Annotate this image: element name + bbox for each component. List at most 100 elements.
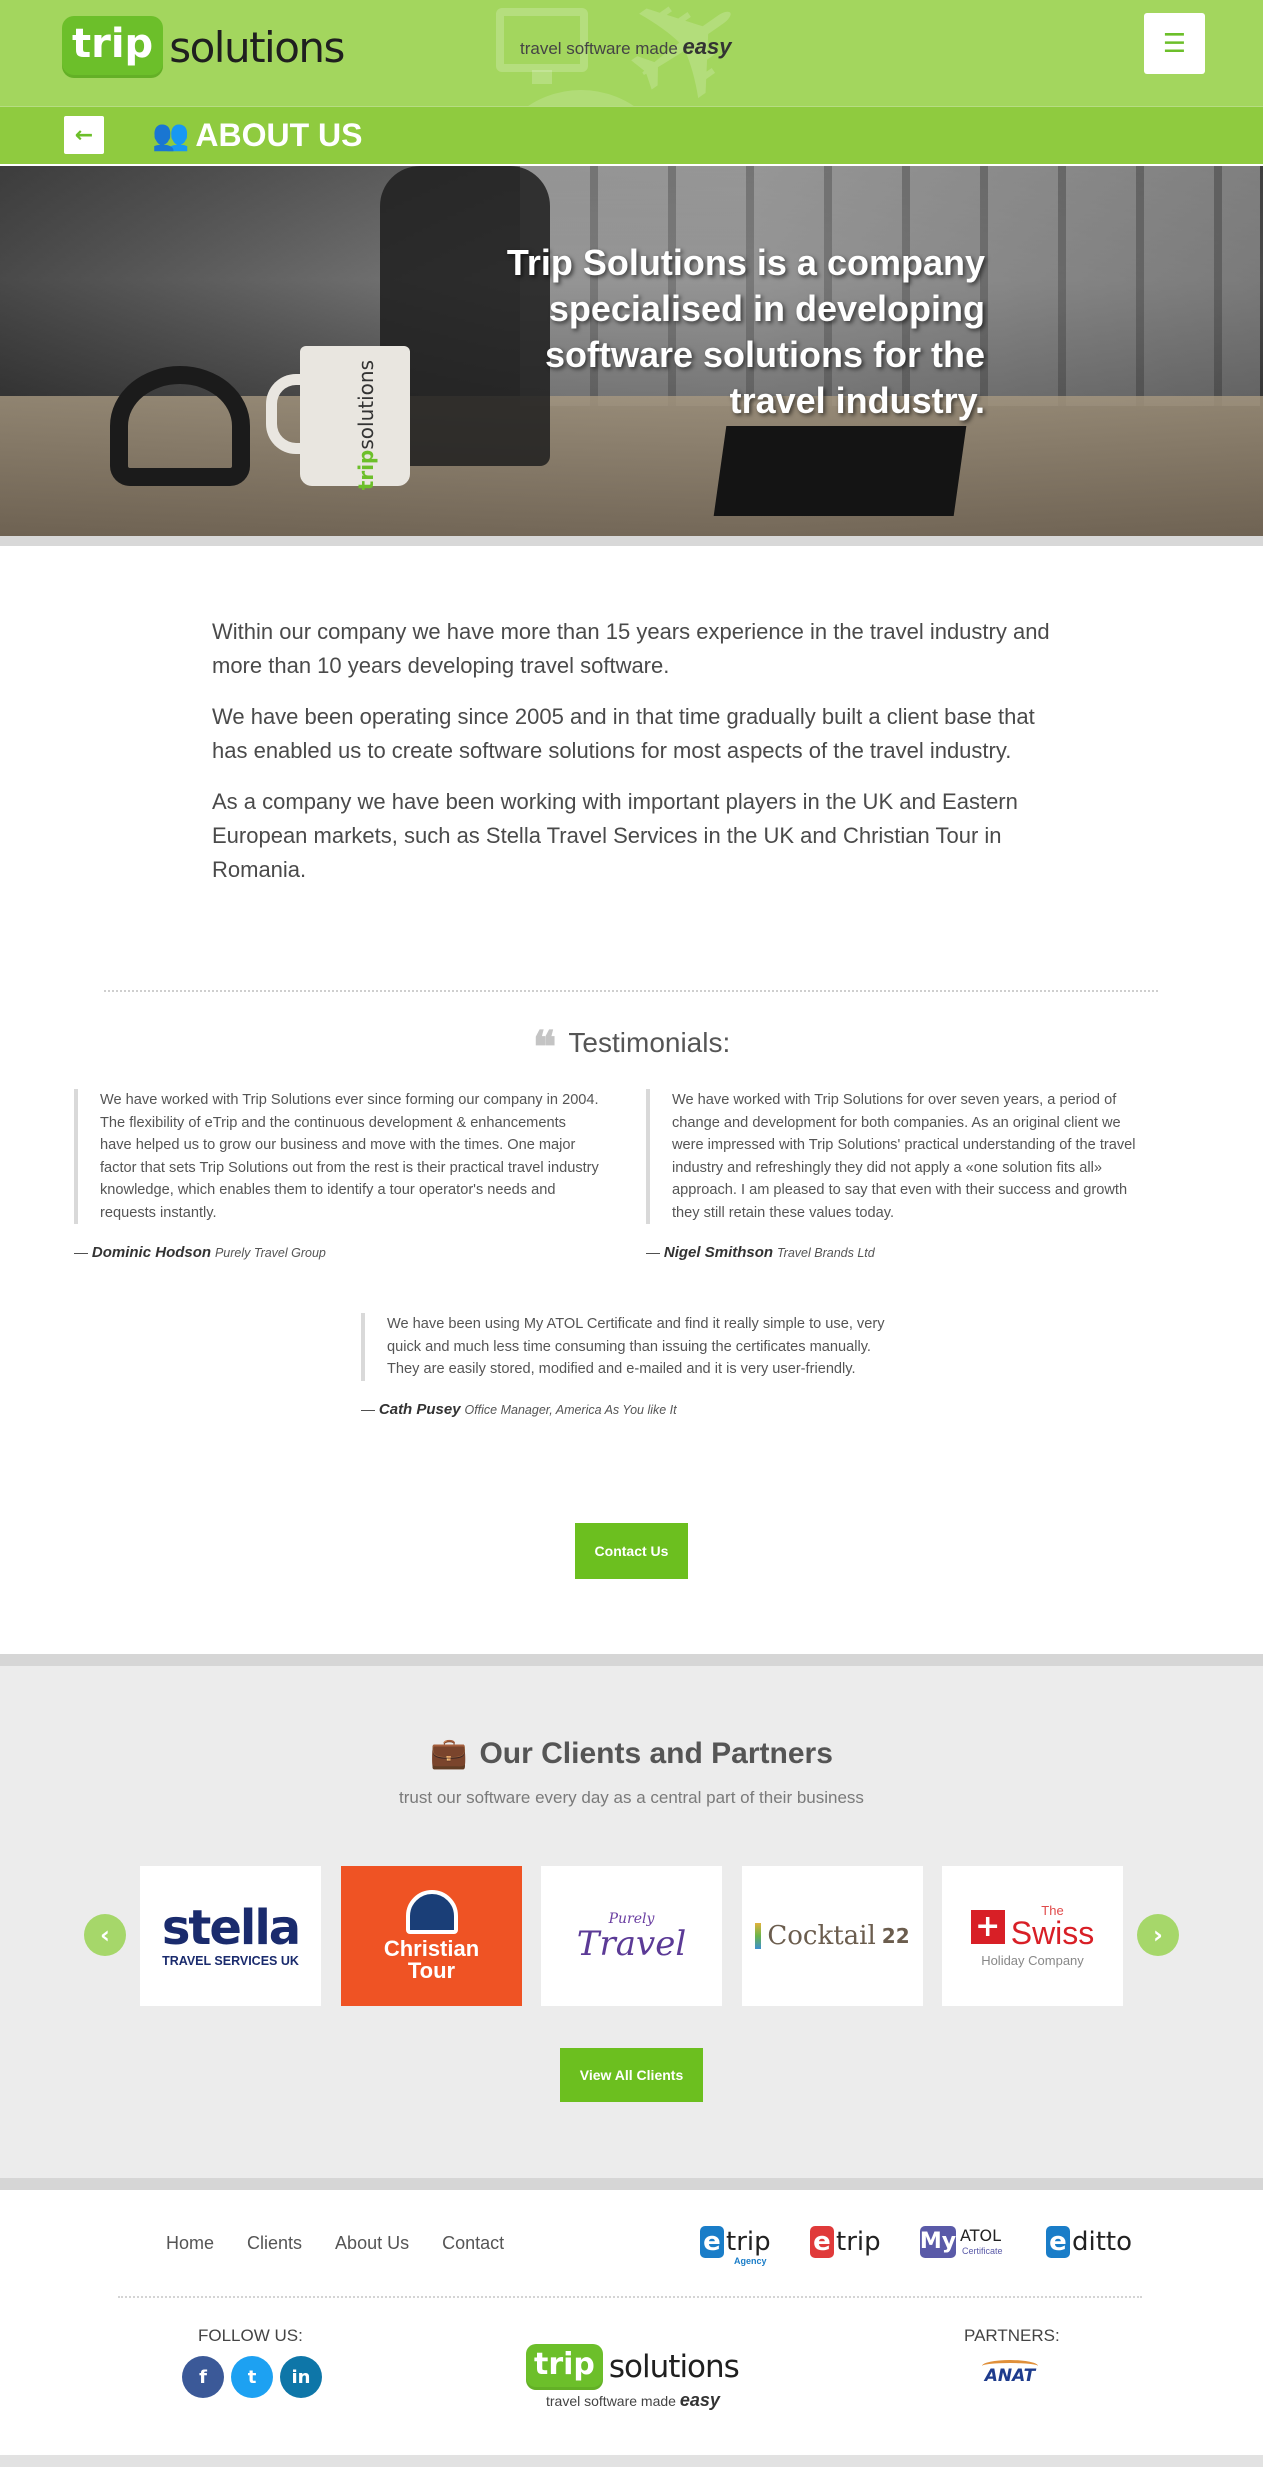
hero-headline: Trip Solutions is a company specialised … xyxy=(506,242,985,421)
footer-separator xyxy=(0,2178,1263,2190)
stella-wordmark: stella xyxy=(161,1900,301,1956)
product-etrip-agency[interactable]: e trip Agency xyxy=(700,2226,771,2266)
arrow-left-icon: ← xyxy=(74,122,94,148)
mug-label: tripsolutions xyxy=(354,360,378,490)
author-org: Purely Travel Group xyxy=(214,1246,326,1260)
partner-logo-anat[interactable]: ANAT xyxy=(982,2360,1038,2386)
cite-dash: — xyxy=(74,1244,88,1260)
etrip-badge: e xyxy=(810,2226,834,2258)
footer-logo-solutions: solutions xyxy=(608,2349,740,2385)
product-my-atol[interactable]: My ATOL Certificate xyxy=(920,2226,1003,2258)
menu-button[interactable]: ☰ xyxy=(1144,13,1205,74)
section-separator xyxy=(0,1654,1263,1666)
linkedin-icon[interactable]: in xyxy=(280,2356,322,2398)
page-title-text: ABOUT US xyxy=(195,117,363,153)
cocktail-row: Cocktail 22 xyxy=(755,1921,910,1951)
testimonial-author: — Nigel Smithson Travel Brands Ltd xyxy=(646,1244,1156,1261)
mug-solutions-text: solutions xyxy=(354,360,378,450)
author-name: Dominic Hodson xyxy=(91,1244,212,1261)
tagline-emphasis: easy xyxy=(682,34,732,59)
client-logo-swiss-holiday[interactable]: + The Swiss Holiday Company xyxy=(942,1866,1123,2006)
site-header: ✈ trip solutions travel software made ea… xyxy=(0,0,1263,106)
twitter-icon[interactable]: t xyxy=(231,2356,273,2398)
footer-bottom-strip xyxy=(0,2455,1263,2467)
christian-tour-line1: Christian xyxy=(383,1936,480,1961)
swiss-cross-icon: + xyxy=(970,1909,1005,1944)
testimonial-quote: We have worked with Trip Solutions for o… xyxy=(646,1089,1156,1224)
etrip-name: trip xyxy=(836,2227,881,2257)
editto-badge: e xyxy=(1046,2226,1070,2258)
stella-subtitle: TRAVEL SERVICES UK xyxy=(162,1954,299,1968)
mug-trip-text: trip xyxy=(354,449,378,491)
footer-tagline: travel software made easy xyxy=(546,2390,720,2411)
cocktail-number: 22 xyxy=(881,1924,910,1948)
author-org: Office Manager, America As You like It xyxy=(464,1402,677,1417)
header-top: ✈ trip solutions travel software made ea… xyxy=(0,0,1263,106)
facebook-icon[interactable]: f xyxy=(182,2356,224,2398)
hero-bottom-strip xyxy=(0,536,1263,546)
client-logo-stella[interactable]: stella TRAVEL SERVICES UK xyxy=(140,1866,321,2006)
briefcase-icon: 💼 xyxy=(430,1736,468,1771)
footer-link-about-us[interactable]: About Us xyxy=(335,2233,409,2254)
clients-heading: 💼 Our Clients and Partners xyxy=(0,1736,1263,1771)
back-button[interactable]: ← xyxy=(64,116,104,154)
etrip-agency-sub: Agency xyxy=(734,2256,767,2266)
christian-tour-line2: Tour xyxy=(407,1958,456,1983)
product-etrip[interactable]: e trip xyxy=(810,2226,881,2258)
anat-name: ANAT xyxy=(984,2366,1036,2386)
author-name: Nigel Smithson xyxy=(663,1244,774,1261)
testimonial: We have worked with Trip Solutions for o… xyxy=(646,1089,1156,1261)
footer-logo-trip: trip xyxy=(526,2344,603,2390)
logo-solutions-text: solutions xyxy=(169,22,345,72)
headphones-image xyxy=(110,366,250,486)
testimonial-quote: We have been using My ATOL Certificate a… xyxy=(361,1313,886,1381)
swiss-name: Swiss xyxy=(1010,1915,1095,1951)
etrip-agency-badge: e xyxy=(700,2226,724,2258)
intro-paragraph: As a company we have been working with i… xyxy=(212,789,1018,882)
author-org: Travel Brands Ltd xyxy=(776,1246,875,1260)
travel-text: Travel xyxy=(576,1924,687,1964)
cite-dash: — xyxy=(361,1400,375,1417)
swiss-row: + The Swiss xyxy=(970,1904,1095,1951)
christian-tour-emblem xyxy=(405,1890,458,1934)
footer-link-contact[interactable]: Contact xyxy=(442,2233,504,2254)
carousel-next-button[interactable]: › xyxy=(1137,1914,1179,1956)
intro-paragraph: We have been operating since 2005 and in… xyxy=(212,704,1035,763)
mug-image: tripsolutions xyxy=(266,346,410,490)
site-logo[interactable]: trip solutions xyxy=(62,16,345,78)
hamburger-icon: ☰ xyxy=(1162,28,1187,59)
hero-banner: tripsolutions Trip Solutions is a compan… xyxy=(0,166,1263,546)
swiss-subtitle: Holiday Company xyxy=(981,1953,1084,1968)
carousel-prev-button[interactable]: ‹ xyxy=(84,1914,126,1956)
contact-us-button[interactable]: Contact Us xyxy=(575,1523,688,1579)
client-logo-cocktail[interactable]: Cocktail 22 xyxy=(742,1866,923,2006)
clients-title: Our Clients and Partners xyxy=(479,1737,833,1770)
client-logo-purely-travel[interactable]: Purely Travel xyxy=(541,1866,722,2006)
logo-trip-text: trip xyxy=(62,16,164,78)
social-links: f t in xyxy=(182,2356,322,2398)
section-divider xyxy=(104,990,1158,992)
footer-divider xyxy=(118,2296,1142,2298)
editto-name: ditto xyxy=(1072,2227,1133,2257)
cocktail-color-bar xyxy=(755,1923,762,1949)
footer-tagline-text: travel software made xyxy=(546,2393,676,2409)
footer-logo[interactable]: trip solutions xyxy=(526,2344,740,2390)
intro-section: Within our company we have more than 15 … xyxy=(212,615,1062,904)
my-atol-sub: Certificate xyxy=(962,2246,1003,2256)
cocktail-name: Cocktail xyxy=(767,1921,876,1951)
footer-link-clients[interactable]: Clients xyxy=(247,2233,302,2254)
cite-dash: — xyxy=(646,1244,660,1260)
testimonial-author: — Cath Pusey Office Manager, America As … xyxy=(361,1401,886,1418)
footer-link-home[interactable]: Home xyxy=(166,2233,214,2254)
testimonial-author: — Dominic Hodson Purely Travel Group xyxy=(74,1244,599,1261)
product-editto[interactable]: e ditto xyxy=(1046,2226,1132,2258)
intro-paragraph: Within our company we have more than 15 … xyxy=(212,619,1050,678)
testimonials-heading: ❝ Testimonials: xyxy=(0,1022,1263,1073)
client-logo-christian-tour[interactable]: Christian Tour xyxy=(341,1866,522,2006)
partners-label: PARTNERS: xyxy=(964,2326,1060,2345)
header-tagline: travel software made easy xyxy=(520,34,731,60)
view-all-clients-button[interactable]: View All Clients xyxy=(560,2048,703,2102)
hero-device xyxy=(713,426,967,516)
etrip-agency-name: trip xyxy=(726,2227,771,2257)
quote-icon: ❝ xyxy=(532,1022,557,1073)
